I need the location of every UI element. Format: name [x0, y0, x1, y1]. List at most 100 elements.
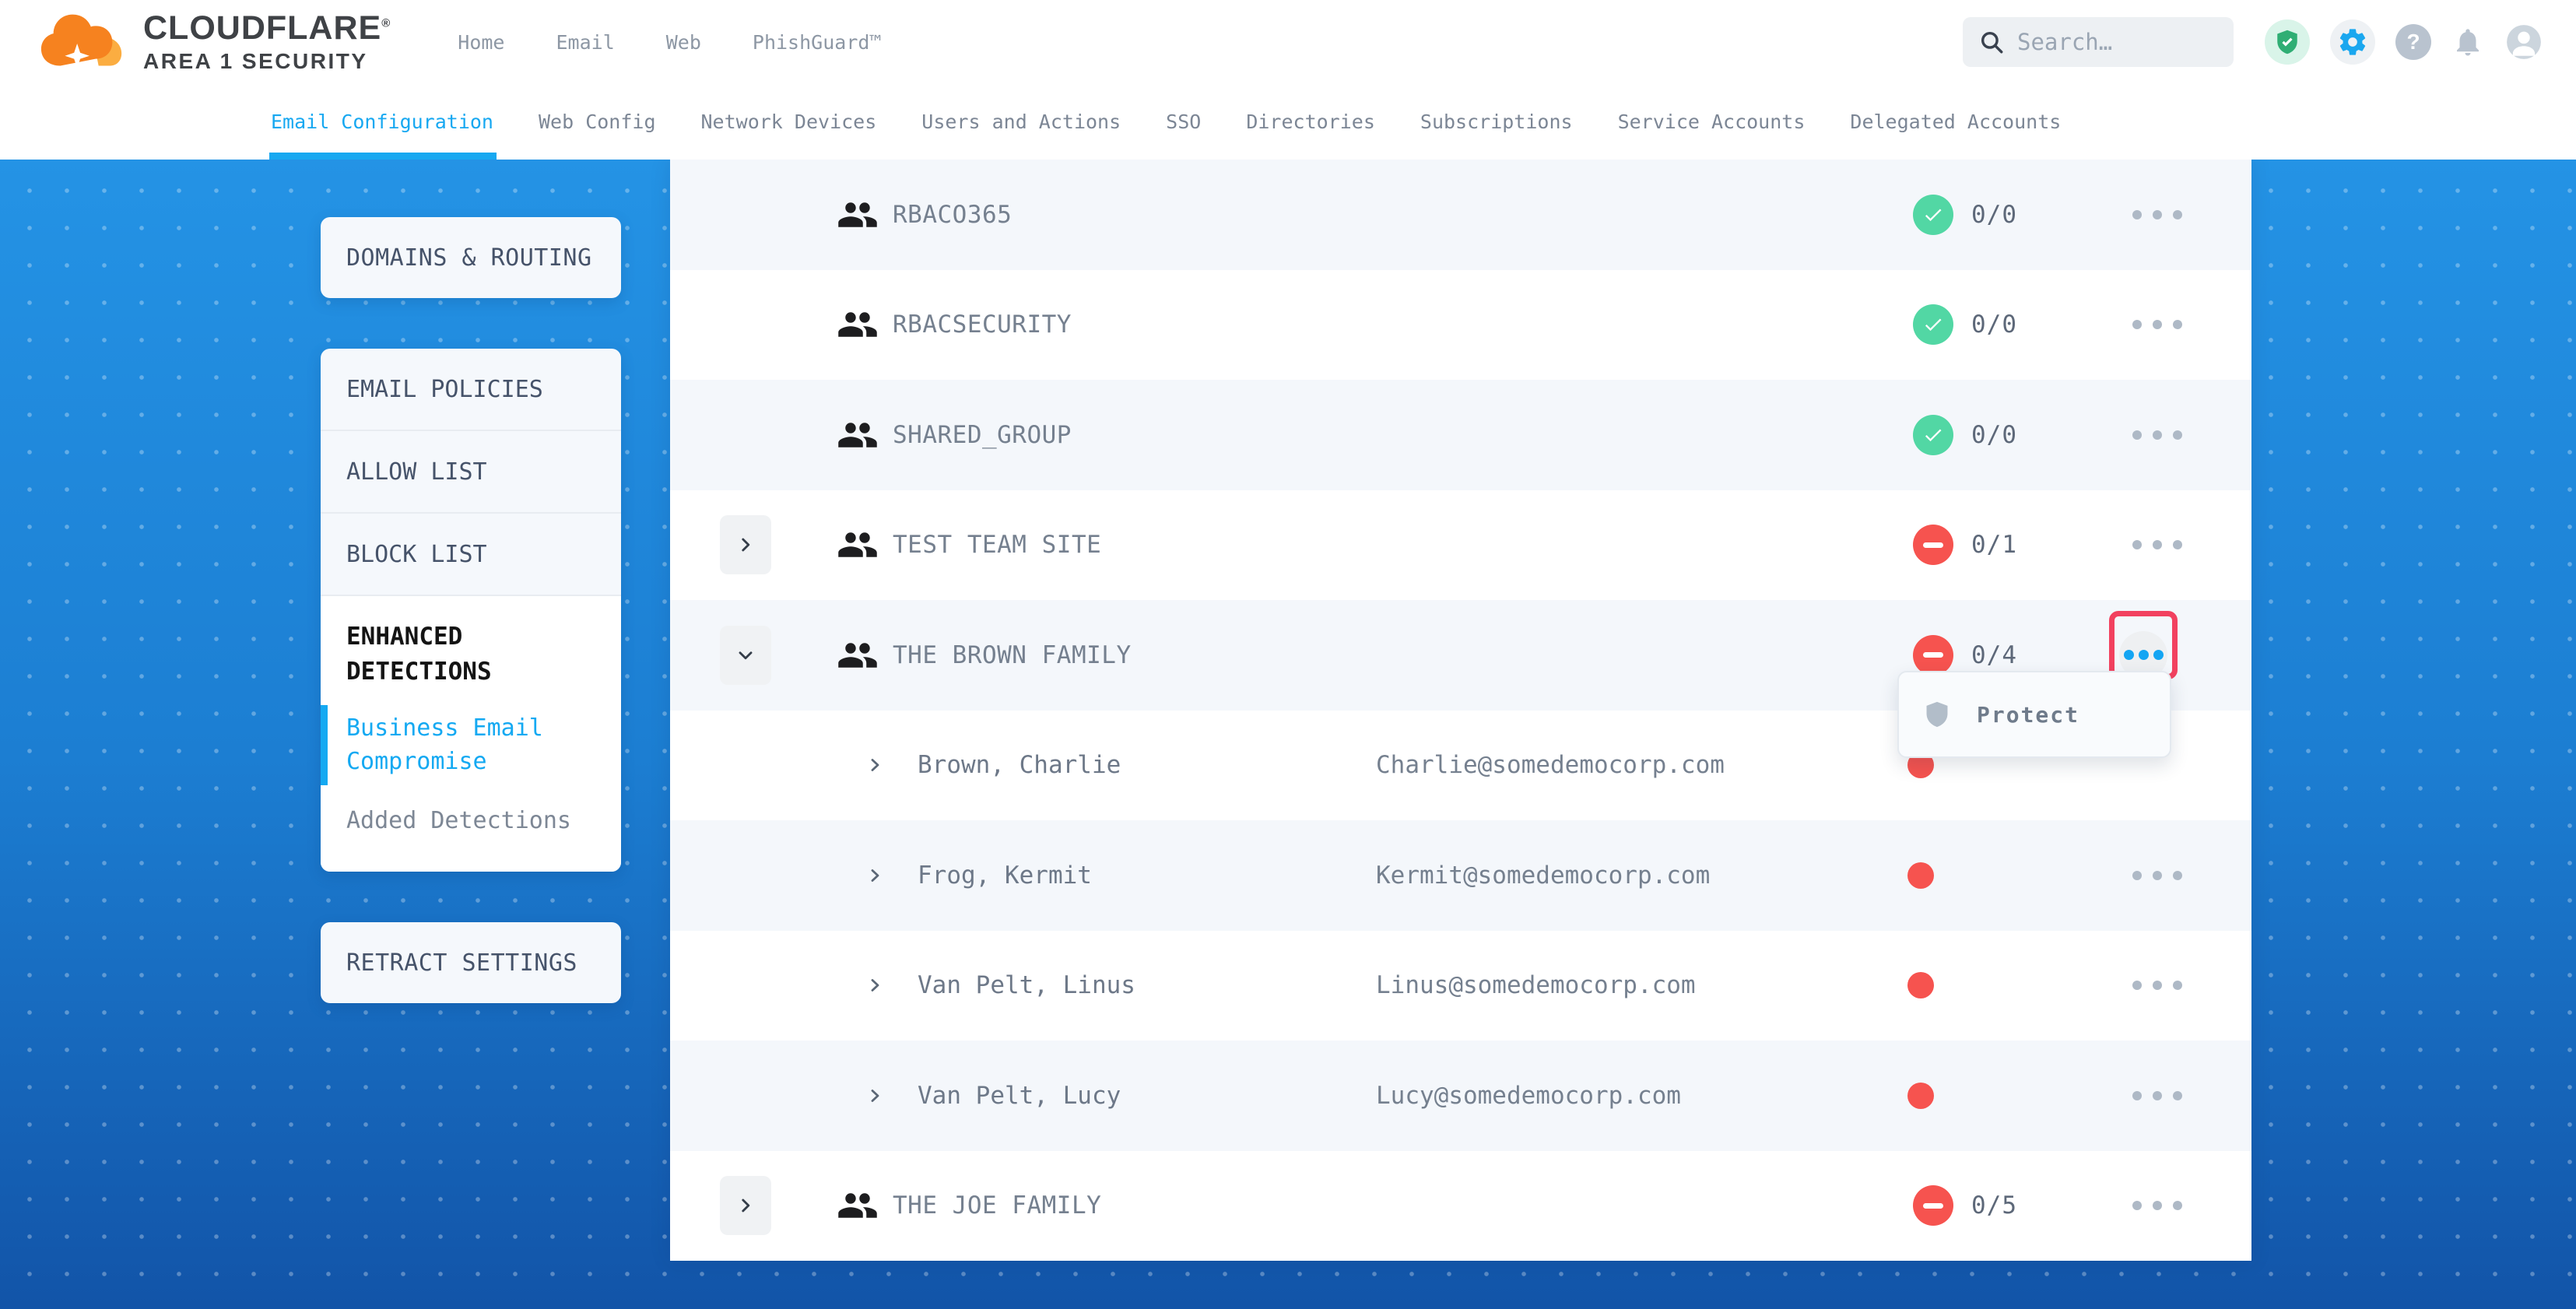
table-row-group: TEST TEAM SITE 0/1	[670, 490, 2251, 601]
header-icon-cluster: ?	[2265, 19, 2543, 65]
sidebar-item-label: RETRACT SETTINGS	[346, 949, 577, 977]
sidebar-item-allow-list[interactable]: ALLOW LIST	[321, 431, 621, 514]
expand-group-button[interactable]	[720, 515, 771, 574]
member-count: 0/0	[1971, 311, 2017, 339]
top-nav: Home Email Web PhishGuard™	[458, 31, 881, 54]
status-unprotected-badge	[1913, 635, 1953, 676]
group-name: RBACO365	[893, 201, 1012, 229]
bec-groups-panel: RBACO365 0/0 RBACSECURITY 0/0 SHARED_GRO…	[670, 160, 2251, 1261]
status-protected-badge	[1913, 195, 1953, 235]
member-name: Brown, Charlie	[918, 751, 1121, 779]
table-row-member: Frog, Kermit Kermit@somedemocorp.com	[670, 820, 2251, 931]
sidebar-policies-card: EMAIL POLICIES ALLOW LIST BLOCK LIST ENH…	[321, 349, 621, 872]
config-subnav: Email Configuration Web Config Network D…	[0, 84, 2576, 160]
tab-users-and-actions[interactable]: Users and Actions	[921, 84, 1121, 160]
sidebar-item-block-list[interactable]: BLOCK LIST	[321, 514, 621, 596]
table-row-member: Van Pelt, Lucy Lucy@somedemocorp.com	[670, 1041, 2251, 1151]
search-box[interactable]	[1963, 17, 2234, 67]
brand-logo[interactable]: CLOUDFLARE® AREA 1 SECURITY	[37, 9, 391, 75]
group-icon	[837, 1184, 879, 1227]
help-icon: ?	[2395, 24, 2431, 60]
member-name: Van Pelt, Lucy	[918, 1082, 1121, 1110]
user-avatar-icon	[2504, 23, 2543, 61]
table-row-group: SHARED_GROUP 0/0	[670, 380, 2251, 490]
status-protected-badge	[1913, 304, 1953, 345]
table-row-group: THE JOE FAMILY 0/5	[670, 1151, 2251, 1262]
tab-web-config[interactable]: Web Config	[539, 84, 656, 160]
status-protected-badge	[1913, 415, 1953, 455]
group-icon	[837, 634, 879, 676]
member-email: Charlie@somedemocorp.com	[1376, 751, 1725, 779]
notifications-button[interactable]	[2451, 26, 2484, 58]
group-name: TEST TEAM SITE	[893, 531, 1101, 559]
shield-icon	[1922, 700, 1952, 729]
group-icon	[837, 304, 879, 346]
account-button[interactable]	[2504, 23, 2543, 61]
row-menu-button[interactable]	[2132, 1181, 2182, 1230]
member-count: 0/0	[1971, 421, 2017, 449]
row-menu-button[interactable]	[2132, 410, 2182, 460]
status-unprotected-badge	[1913, 1185, 1953, 1226]
collapse-group-button[interactable]	[720, 626, 771, 685]
search-icon	[1978, 29, 2005, 55]
member-email: Linus@somedemocorp.com	[1376, 971, 1696, 999]
row-menu-button[interactable]	[2132, 851, 2182, 900]
expand-group-button[interactable]	[720, 1176, 771, 1235]
tab-directories[interactable]: Directories	[1246, 84, 1375, 160]
table-row-group: RBACO365 0/0	[670, 160, 2251, 270]
enhanced-detections-title: ENHANCED DETECTIONS	[346, 619, 595, 690]
top-nav-home[interactable]: Home	[458, 31, 504, 54]
row-menu-button[interactable]	[2132, 520, 2182, 570]
member-email: Kermit@somedemocorp.com	[1376, 862, 1710, 890]
row-menu-button[interactable]	[2132, 1071, 2182, 1121]
member-name: Frog, Kermit	[918, 862, 1092, 890]
table-row-group: RBACSECURITY 0/0	[670, 270, 2251, 381]
group-icon	[837, 524, 879, 566]
row-menu-button[interactable]	[2132, 190, 2182, 240]
search-input[interactable]	[2017, 29, 2218, 55]
settings-button[interactable]	[2330, 19, 2375, 65]
tab-network-devices[interactable]: Network Devices	[701, 84, 877, 160]
sidebar-section-enhanced-detections: ENHANCED DETECTIONS Business Email Compr…	[321, 596, 621, 872]
sidebar-item-added-detections[interactable]: Added Detections	[346, 804, 595, 838]
top-header: CLOUDFLARE® AREA 1 SECURITY Home Email W…	[0, 0, 2576, 84]
chevron-right-icon[interactable]	[866, 756, 885, 774]
status-unprotected-dot	[1907, 972, 1934, 998]
row-menu-button[interactable]	[2132, 960, 2182, 1010]
tab-delegated-accounts[interactable]: Delegated Accounts	[1850, 84, 2061, 160]
top-nav-email[interactable]: Email	[556, 31, 614, 54]
settings-sidebar: DOMAINS & ROUTING EMAIL POLICIES ALLOW L…	[321, 217, 621, 1003]
top-nav-phishguard[interactable]: PhishGuard™	[753, 31, 882, 54]
notifications-bell-icon	[2451, 26, 2484, 58]
chevron-right-icon[interactable]	[866, 976, 885, 995]
shield-check-icon	[2265, 19, 2310, 65]
member-count: 0/1	[1971, 531, 2017, 559]
page-background: DOMAINS & ROUTING EMAIL POLICIES ALLOW L…	[0, 160, 2576, 1309]
registered-trademark: ®	[381, 17, 391, 30]
tab-sso[interactable]: SSO	[1166, 84, 1201, 160]
group-name: SHARED_GROUP	[893, 421, 1072, 449]
chevron-right-icon	[735, 535, 756, 555]
member-count: 0/0	[1971, 201, 2017, 229]
row-menu-button[interactable]	[2132, 300, 2182, 349]
member-name: Van Pelt, Linus	[918, 971, 1135, 999]
sidebar-item-retract-settings[interactable]: RETRACT SETTINGS	[321, 922, 621, 1003]
chevron-down-icon	[735, 645, 756, 665]
settings-gear-icon	[2330, 19, 2375, 65]
sidebar-item-business-email-compromise[interactable]: Business Email Compromise	[346, 711, 595, 779]
status-unprotected-badge	[1913, 525, 1953, 565]
table-row-member: Van Pelt, Linus Linus@somedemocorp.com	[670, 931, 2251, 1041]
tab-subscriptions[interactable]: Subscriptions	[1420, 84, 1573, 160]
menu-item-protect[interactable]: Protect	[1977, 702, 2079, 728]
sidebar-item-domains-routing[interactable]: DOMAINS & ROUTING	[321, 217, 621, 298]
help-button[interactable]: ?	[2395, 24, 2431, 60]
chevron-right-icon[interactable]	[866, 866, 885, 885]
tab-email-configuration[interactable]: Email Configuration	[271, 84, 493, 160]
protection-status-button[interactable]	[2265, 19, 2310, 65]
sidebar-item-email-policies[interactable]: EMAIL POLICIES	[321, 349, 621, 431]
brand-title: CLOUDFLARE®	[143, 10, 391, 47]
tab-service-accounts[interactable]: Service Accounts	[1618, 84, 1806, 160]
member-count: 0/4	[1971, 641, 2017, 669]
chevron-right-icon[interactable]	[866, 1086, 885, 1105]
top-nav-web[interactable]: Web	[666, 31, 701, 54]
